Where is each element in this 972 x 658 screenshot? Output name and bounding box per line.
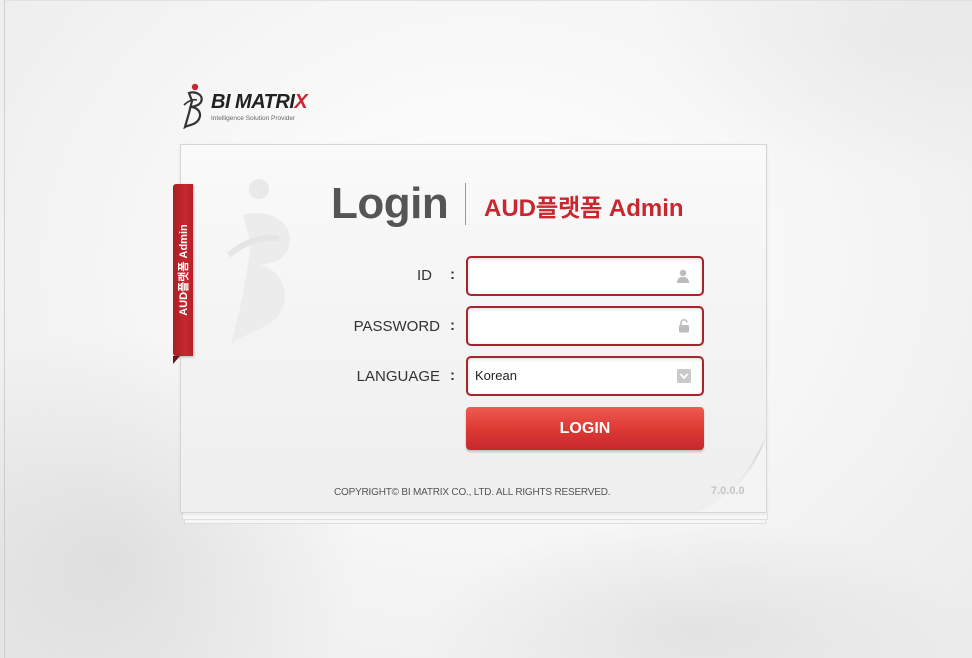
page-curl-decoration <box>696 437 766 512</box>
side-tab-fold <box>173 356 180 364</box>
id-field[interactable] <box>466 256 704 296</box>
language-label: LANGUAGE <box>356 368 440 385</box>
background-blur <box>420 520 972 658</box>
id-label: ID <box>417 267 432 284</box>
login-title: Login <box>331 179 449 228</box>
language-colon: : <box>450 367 455 384</box>
side-tab-label: AUD플랫폼 Admin <box>178 224 190 316</box>
app-title: AUD플랫폼 Admin <box>484 195 684 222</box>
id-input[interactable] <box>476 258 670 296</box>
password-label: PASSWORD <box>353 318 440 335</box>
language-selected-value: Korean <box>475 368 517 383</box>
side-tab: AUD플랫폼 Admin <box>173 184 193 356</box>
password-colon: : <box>450 317 455 334</box>
brand-tagline: Intelligence Solution Provider <box>211 115 296 122</box>
version-label: 7.0.0.0 <box>711 485 745 497</box>
password-field[interactable] <box>466 306 704 346</box>
brand-logo: BI MATRIX Intelligence Solution Provider <box>180 83 340 129</box>
copyright-text: COPYRIGHT© BI MATRIX CO., LTD. ALL RIGHT… <box>334 487 611 498</box>
dropdown-arrow-icon[interactable] <box>677 369 691 383</box>
bi-matrix-logo-icon <box>183 83 203 129</box>
user-icon <box>677 269 689 283</box>
lock-icon <box>679 319 689 333</box>
id-colon: : <box>450 266 455 283</box>
title-divider <box>465 183 466 225</box>
brand-name: BI MATRIX <box>211 91 308 113</box>
card-stack-shadow <box>182 513 768 520</box>
password-input[interactable] <box>476 308 670 346</box>
language-select[interactable]: Korean <box>466 356 704 396</box>
login-button[interactable]: LOGIN <box>466 407 704 450</box>
